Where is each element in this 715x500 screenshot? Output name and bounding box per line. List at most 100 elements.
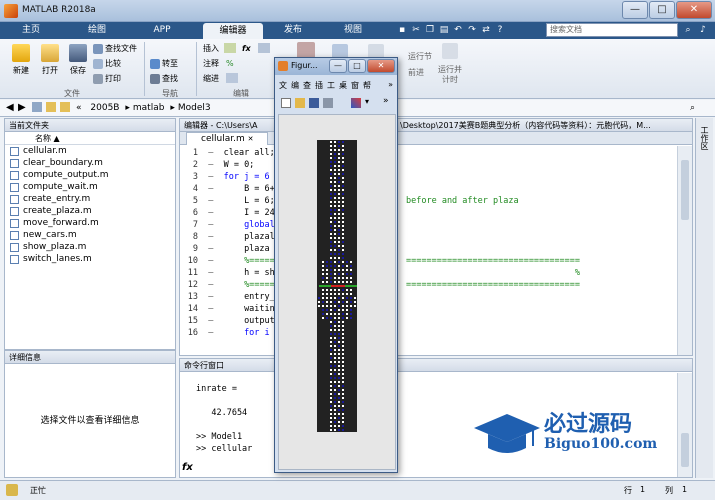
- code-line[interactable]: 15 — output: [180, 315, 692, 327]
- figure-minimize-button[interactable]: —: [329, 59, 347, 73]
- code-line[interactable]: 8 — plazal: [180, 231, 692, 243]
- file-item[interactable]: create_plaza.m: [5, 205, 175, 217]
- menu-window[interactable]: 窗: [351, 81, 359, 90]
- workspace-collapsed-strip[interactable]: 工作区: [695, 118, 713, 478]
- tab-publish[interactable]: 发布: [268, 22, 318, 39]
- search-docs-input[interactable]: 搜索文档: [546, 23, 678, 37]
- code-line[interactable]: 11 — h = sho %: [180, 267, 692, 279]
- compare-button[interactable]: 比较: [93, 58, 121, 70]
- code-line[interactable]: 3 — for j = 6: [180, 171, 692, 183]
- new-button[interactable]: 新建: [8, 44, 34, 76]
- run-and-time-button[interactable]: 运行并 计时: [438, 65, 462, 87]
- code-line[interactable]: 16 — for i =: [180, 327, 692, 339]
- run-time-icon[interactable]: [442, 43, 458, 59]
- save-icon[interactable]: [309, 98, 319, 108]
- indent-icon[interactable]: [226, 73, 238, 83]
- code-line[interactable]: 14 — waitin: [180, 303, 692, 315]
- search-folder-icon[interactable]: ⌕: [690, 103, 695, 113]
- file-item[interactable]: compute_output.m: [5, 169, 175, 181]
- forward-arrow-icon[interactable]: ▶: [18, 102, 26, 113]
- menu-view[interactable]: 查: [303, 81, 311, 90]
- indent-button[interactable]: 缩进: [203, 73, 219, 85]
- goto-button[interactable]: 转至: [150, 58, 178, 70]
- cut-icon[interactable]: ✂: [410, 24, 422, 36]
- menu-file[interactable]: 文: [279, 81, 287, 90]
- paste-icon[interactable]: ▤: [438, 24, 450, 36]
- undo-icon[interactable]: ↶: [452, 24, 464, 36]
- tab-view[interactable]: 视图: [328, 22, 378, 39]
- bell-icon[interactable]: ♪: [697, 24, 709, 36]
- menu-edit[interactable]: 编: [291, 81, 299, 90]
- file-item[interactable]: show_plaza.m: [5, 241, 175, 253]
- file-item[interactable]: switch_lanes.m: [5, 253, 175, 265]
- close-button[interactable]: ✕: [676, 1, 712, 19]
- insert-dropdown-icon[interactable]: [258, 43, 270, 53]
- minimize-button[interactable]: —: [622, 1, 648, 19]
- brush-icon[interactable]: [351, 98, 361, 108]
- switch-windows-icon[interactable]: ⇄: [480, 24, 492, 36]
- tab-editor[interactable]: 编辑器: [203, 23, 263, 39]
- comment-button[interactable]: 注释: [203, 58, 219, 70]
- code-line[interactable]: 10 — %===== =============================…: [180, 255, 692, 267]
- back-arrow-icon[interactable]: ◀: [6, 102, 14, 113]
- file-item[interactable]: compute_wait.m: [5, 181, 175, 193]
- row-label: 行: [624, 486, 632, 495]
- menu-more[interactable]: »: [388, 80, 393, 89]
- code-line[interactable]: 6 — I = 24: [180, 207, 692, 219]
- figure-close-button[interactable]: ✕: [367, 59, 395, 73]
- search-icon[interactable]: ⌕: [682, 24, 694, 36]
- file-item[interactable]: move_forward.m: [5, 217, 175, 229]
- run-section-button[interactable]: 运行节: [408, 51, 432, 63]
- save-button[interactable]: 保存: [65, 44, 91, 76]
- find-button[interactable]: 查找: [150, 73, 178, 85]
- figure-window[interactable]: Figur... — □ ✕ 文编查插工桌窗帮 » ▾ »: [274, 57, 398, 473]
- copy-icon[interactable]: ❐: [424, 24, 436, 36]
- code-line[interactable]: 4 — B = 6+: [180, 183, 692, 195]
- new-figure-icon[interactable]: [281, 98, 291, 108]
- code-line[interactable]: 2 — W = 0;: [180, 159, 692, 171]
- insert-button[interactable]: 插入: [203, 43, 219, 55]
- save-icon[interactable]: ▪: [396, 24, 408, 36]
- find-files-button[interactable]: 查找文件: [93, 43, 137, 55]
- code-area[interactable]: 1 — clear all; 2 — W = 0; 3 — for j = 64 —…: [180, 145, 692, 339]
- browse-folder-icon[interactable]: [46, 102, 56, 112]
- up-folder-icon[interactable]: [32, 102, 42, 112]
- file-item[interactable]: clear_boundary.m: [5, 157, 175, 169]
- graduation-cap-logo-icon: [474, 414, 540, 453]
- menu-desktop[interactable]: 桌: [339, 81, 347, 90]
- tab-plots[interactable]: 绘图: [72, 22, 122, 39]
- print-button[interactable]: 打印: [93, 73, 121, 85]
- redo-icon[interactable]: ↷: [466, 24, 478, 36]
- tab-apps[interactable]: APP: [137, 22, 187, 39]
- figure-maximize-button[interactable]: □: [348, 59, 366, 73]
- breadcrumb[interactable]: « 2005B ▸ matlab ▸ Model3: [76, 103, 211, 113]
- code-line[interactable]: 9 — plaza: [180, 243, 692, 255]
- file-item[interactable]: new_cars.m: [5, 229, 175, 241]
- file-item[interactable]: create_entry.m: [5, 193, 175, 205]
- name-column-header[interactable]: 名称 ▲: [5, 132, 175, 145]
- print-icon[interactable]: [323, 98, 333, 108]
- code-line[interactable]: 1 — clear all;: [180, 147, 692, 159]
- tab-home[interactable]: 主页: [6, 22, 56, 39]
- comment-percent-button[interactable]: %: [226, 58, 234, 70]
- insert-function-button[interactable]: fx: [242, 43, 251, 55]
- menu-tools[interactable]: 工: [327, 81, 335, 90]
- code-line[interactable]: 13 — entry_: [180, 291, 692, 303]
- insert-section-icon[interactable]: [224, 43, 236, 53]
- editor-tab-cellular[interactable]: cellular.m ✕: [186, 132, 269, 145]
- ribbon-divider: [196, 42, 197, 96]
- menu-help[interactable]: 帮: [363, 81, 371, 90]
- code-line[interactable]: 5 — L = 6; before and after plaza: [180, 195, 692, 207]
- toolbar-more-icon[interactable]: »: [383, 96, 389, 106]
- code-line[interactable]: 12 — %===== =============================…: [180, 279, 692, 291]
- open-icon[interactable]: [295, 98, 305, 108]
- maximize-button[interactable]: □: [649, 1, 675, 19]
- brush-dropdown-icon[interactable]: ▾: [365, 97, 369, 106]
- code-line[interactable]: 7 — global: [180, 219, 692, 231]
- editor-scrollbar[interactable]: [677, 146, 692, 355]
- help-icon[interactable]: ?: [494, 24, 506, 36]
- menu-insert[interactable]: 插: [315, 81, 323, 90]
- open-button[interactable]: 打开: [37, 44, 63, 76]
- file-item[interactable]: cellular.m: [5, 145, 175, 157]
- advance-button[interactable]: 前进: [408, 67, 424, 79]
